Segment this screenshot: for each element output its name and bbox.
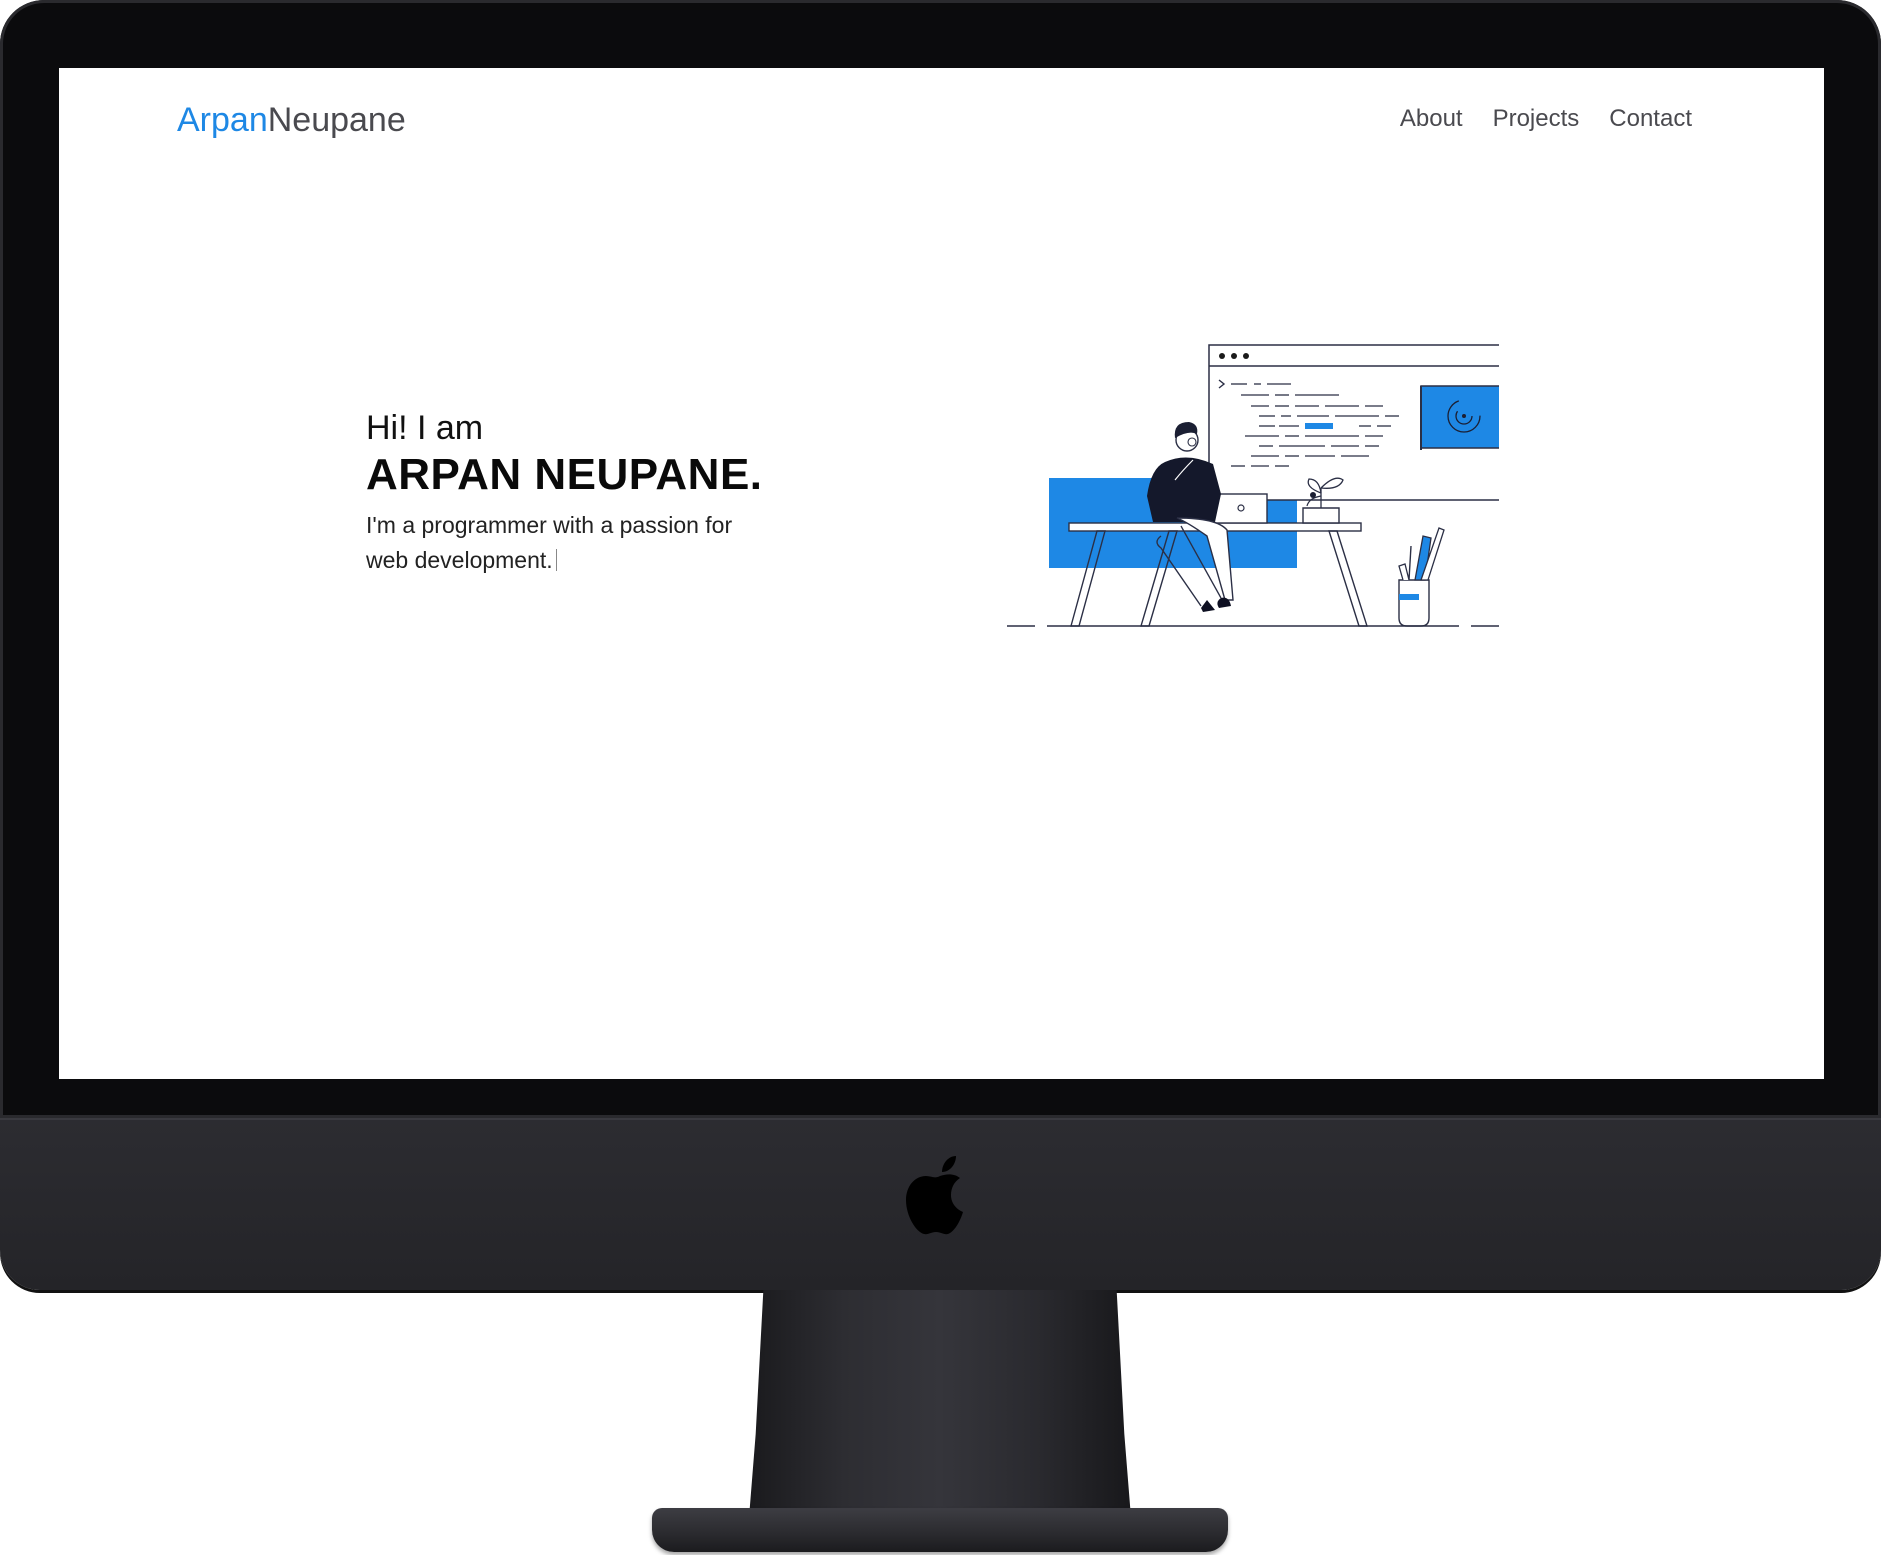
hero-text: Hi! I am ARPAN NEUPANE. I'm a programmer… — [366, 408, 786, 578]
developer-at-desk-illustration — [1007, 344, 1499, 627]
hero-tagline: I'm a programmer with a passion for web … — [366, 508, 766, 578]
brand-first-name: Arpan — [177, 101, 268, 139]
navbar: ArpanNeupane About Projects Contact — [59, 68, 1824, 178]
typing-caret — [555, 549, 557, 571]
tagline-text: I'm a programmer with a passion for web … — [366, 512, 733, 573]
browser-viewport: ArpanNeupane About Projects Contact Hi! … — [59, 68, 1824, 1079]
brand-logo[interactable]: ArpanNeupane — [177, 100, 406, 140]
imac-device-frame: ArpanNeupane About Projects Contact Hi! … — [0, 0, 1881, 1555]
nav-link-projects[interactable]: Projects — [1493, 104, 1580, 134]
apple-logo-icon — [906, 1156, 963, 1235]
nav-link-contact[interactable]: Contact — [1609, 104, 1692, 134]
brand-last-name: Neupane — [267, 101, 406, 139]
monitor-stand-foot — [652, 1508, 1228, 1552]
nav-link-about[interactable]: About — [1400, 104, 1463, 134]
nav-menu: About Projects Contact — [1400, 104, 1692, 134]
monitor-stand-neck — [748, 1290, 1132, 1530]
hero-name: ARPAN NEUPANE. — [366, 450, 763, 499]
hero-greeting: Hi! I am — [366, 409, 484, 447]
